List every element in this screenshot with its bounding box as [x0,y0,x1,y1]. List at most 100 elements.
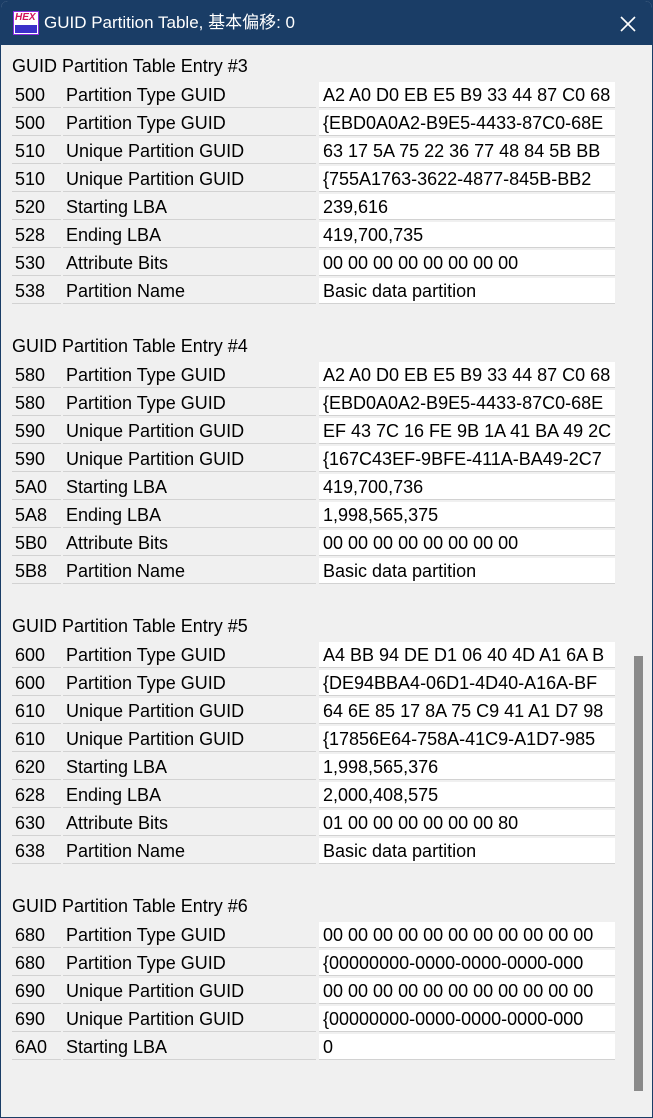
table-row[interactable]: 590 Unique Partition GUID EF 43 7C 16 FE 9… [1,418,621,446]
value-cell[interactable]: 0 [319,1034,615,1060]
value-cell[interactable]: {00000000-0000-0000-0000-000 [319,950,615,976]
offset-cell: 630 [12,810,61,836]
close-button[interactable] [605,4,651,42]
table-row[interactable]: 690 Unique Partition GUID {00000000-0000-0… [1,1006,621,1034]
offset-cell: 610 [12,698,61,724]
description-cell: Partition Type GUID [63,390,316,416]
table-row[interactable]: 590 Unique Partition GUID {167C43EF-9BFE-4… [1,446,621,474]
offset-cell: 610 [12,726,61,752]
table-row[interactable]: 530 Attribute Bits 00 00 00 00 00 00 00 00 [1,250,621,278]
value-cell[interactable]: 01 00 00 00 00 00 00 80 [319,810,615,836]
section-title: GUID Partition Table Entry #5 [12,616,248,636]
table-row[interactable]: 5A8 Ending LBA 1,998,565,375 [1,502,621,530]
description-cell: Attribute Bits [63,250,316,276]
value-cell[interactable]: A4 BB 94 DE D1 06 40 4D A1 6A B [319,642,615,668]
table-row[interactable]: 580 Partition Type GUID {EBD0A0A2-B9E5-443… [1,390,621,418]
table-row[interactable]: 600 Partition Type GUID {DE94BBA4-06D1-4D4… [1,670,621,698]
description-cell: Attribute Bits [63,530,316,556]
table-row[interactable]: 630 Attribute Bits 01 00 00 00 00 00 00 80 [1,810,621,838]
value-cell[interactable]: 419,700,736 [319,474,615,500]
partition-entry-section: GUID Partition Table Entry #6 680 Partitio… [1,885,621,1117]
value-cell[interactable]: 00 00 00 00 00 00 00 00 00 00 00 [319,922,615,948]
offset-cell: 510 [12,166,61,192]
table-row[interactable]: 600 Partition Type GUID A4 BB 94 DE D1 06 … [1,642,621,670]
value-cell[interactable]: {755A1763-3622-4877-845B-BB2 [319,166,615,192]
offset-cell: 690 [12,1006,61,1032]
description-cell: Partition Type GUID [63,110,316,136]
table-row[interactable]: 638 Partition Name Basic data partition [1,838,621,866]
description-cell: Partition Name [63,838,316,864]
table-row[interactable]: 580 Partition Type GUID A2 A0 D0 EB E5 B9 … [1,362,621,390]
description-cell: Ending LBA [63,222,316,248]
close-icon [620,16,636,32]
description-cell: Ending LBA [63,782,316,808]
table-row[interactable]: 5A0 Starting LBA 419,700,736 [1,474,621,502]
value-cell[interactable]: {EBD0A0A2-B9E5-4433-87C0-68E [319,390,615,416]
table-row[interactable]: 6A0 Starting LBA 0 [1,1034,621,1062]
value-cell[interactable]: {00000000-0000-0000-0000-000 [319,1006,615,1032]
vertical-scrollbar[interactable] [628,45,645,1117]
value-cell[interactable]: {167C43EF-9BFE-411A-BA49-2C7 [319,446,615,472]
offset-cell: 510 [12,138,61,164]
table-row[interactable]: 5B0 Attribute Bits 00 00 00 00 00 00 00 00 [1,530,621,558]
table-row[interactable]: 680 Partition Type GUID {00000000-0000-000… [1,950,621,978]
value-cell[interactable]: 00 00 00 00 00 00 00 00 [319,250,615,276]
value-cell[interactable]: Basic data partition [319,278,615,304]
partition-entry-section: GUID Partition Table Entry #5 600 Partitio… [1,605,621,885]
table-row[interactable]: 510 Unique Partition GUID {755A1763-3622-4… [1,166,621,194]
offset-cell: 520 [12,194,61,220]
table-row[interactable]: 5B8 Partition Name Basic data partition [1,558,621,586]
section-title: GUID Partition Table Entry #6 [12,896,248,916]
gpt-viewer-window: HEX GUID Partition Table, 基本偏移: 0 GUID P… [0,0,653,1118]
table-row[interactable]: 628 Ending LBA 2,000,408,575 [1,782,621,810]
description-cell: Partition Type GUID [63,362,316,388]
table-row[interactable]: 510 Unique Partition GUID 63 17 5A 75 22 3… [1,138,621,166]
value-cell[interactable]: {DE94BBA4-06D1-4D40-A16A-BF [319,670,615,696]
table-row[interactable]: 690 Unique Partition GUID 00 00 00 00 00 0… [1,978,621,1006]
description-cell: Unique Partition GUID [63,726,316,752]
value-cell[interactable]: 239,616 [319,194,615,220]
table-row[interactable]: 528 Ending LBA 419,700,735 [1,222,621,250]
table-row[interactable]: 620 Starting LBA 1,998,565,376 [1,754,621,782]
value-cell[interactable]: 64 6E 85 17 8A 75 C9 41 A1 D7 98 [319,698,615,724]
offset-cell: 528 [12,222,61,248]
description-cell: Unique Partition GUID [63,978,316,1004]
value-cell[interactable]: 63 17 5A 75 22 36 77 48 84 5B BB [319,138,615,164]
table-row[interactable]: 680 Partition Type GUID 00 00 00 00 00 00 … [1,922,621,950]
value-cell[interactable]: {EBD0A0A2-B9E5-4433-87C0-68E [319,110,615,136]
offset-cell: 580 [12,362,61,388]
description-cell: Starting LBA [63,1034,316,1060]
table-row[interactable]: 520 Starting LBA 239,616 [1,194,621,222]
partition-entries-panel[interactable]: GUID Partition Table Entry #3 500 Partitio… [1,45,652,1117]
description-cell: Ending LBA [63,502,316,528]
table-row[interactable]: 610 Unique Partition GUID {17856E64-758A-4… [1,726,621,754]
value-cell[interactable]: Basic data partition [319,558,615,584]
description-cell: Unique Partition GUID [63,698,316,724]
value-cell[interactable]: 1,998,565,376 [319,754,615,780]
hex-app-icon: HEX [13,11,39,35]
table-row[interactable]: 538 Partition Name Basic data partition [1,278,621,306]
offset-cell: 5A0 [12,474,61,500]
value-cell[interactable]: A2 A0 D0 EB E5 B9 33 44 87 C0 68 [319,362,615,388]
value-cell[interactable]: Basic data partition [319,838,615,864]
value-cell[interactable]: 1,998,565,375 [319,502,615,528]
window-title: GUID Partition Table, 基本偏移: 0 [44,13,295,32]
offset-cell: 5B0 [12,530,61,556]
table-row[interactable]: 500 Partition Type GUID A2 A0 D0 EB E5 B9 … [1,82,621,110]
scrollbar-thumb[interactable] [634,656,643,1091]
value-cell[interactable]: 00 00 00 00 00 00 00 00 [319,530,615,556]
value-cell[interactable]: 419,700,735 [319,222,615,248]
value-cell[interactable]: EF 43 7C 16 FE 9B 1A 41 BA 49 2C [319,418,615,444]
table-row[interactable]: 500 Partition Type GUID {EBD0A0A2-B9E5-443… [1,110,621,138]
value-cell[interactable]: A2 A0 D0 EB E5 B9 33 44 87 C0 68 [319,82,615,108]
value-cell[interactable]: 00 00 00 00 00 00 00 00 00 00 00 [319,978,615,1004]
offset-cell: 680 [12,950,61,976]
offset-cell: 638 [12,838,61,864]
value-cell[interactable]: 2,000,408,575 [319,782,615,808]
description-cell: Unique Partition GUID [63,1006,316,1032]
partition-entry-section: GUID Partition Table Entry #3 500 Partitio… [1,45,621,325]
section-title: GUID Partition Table Entry #4 [12,336,248,356]
title-bar[interactable]: HEX GUID Partition Table, 基本偏移: 0 [1,1,652,45]
value-cell[interactable]: {17856E64-758A-41C9-A1D7-985 [319,726,615,752]
table-row[interactable]: 610 Unique Partition GUID 64 6E 85 17 8A 7… [1,698,621,726]
